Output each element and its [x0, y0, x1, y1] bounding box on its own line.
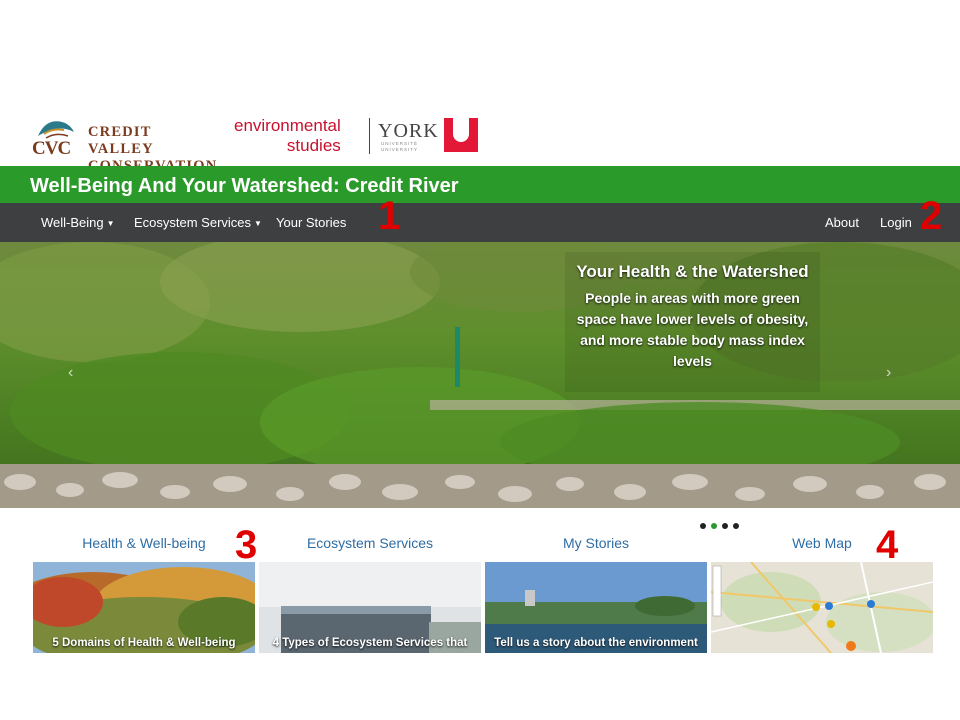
- map-image: [711, 562, 933, 653]
- marker-2: 2: [920, 194, 943, 238]
- section-webmap-thumb[interactable]: [711, 562, 933, 653]
- nav-login[interactable]: Login: [880, 215, 912, 230]
- title-bar: Well-Being And Your Watershed: Credit Ri…: [0, 166, 960, 203]
- nav-your-stories[interactable]: Your Stories: [276, 215, 346, 230]
- section-ecosystem: Ecosystem Services 4 Types of Ecosystem …: [259, 535, 481, 653]
- section-stories-caption: Tell us a story about the environment: [494, 637, 698, 649]
- carousel-indicators: [700, 516, 744, 534]
- section-ecosystem-caption: 4 Types of Ecosystem Services that: [272, 637, 468, 649]
- section-stories: My Stories Tell us a story about the env…: [485, 535, 707, 653]
- section-ecosystem-title[interactable]: Ecosystem Services: [259, 535, 481, 559]
- caret-down-icon: ▼: [254, 219, 262, 229]
- cvc-letters: CVC: [32, 138, 71, 159]
- section-stories-title[interactable]: My Stories: [485, 535, 707, 559]
- section-webmap-title[interactable]: Web Map: [711, 535, 933, 559]
- section-health-thumb[interactable]: 5 Domains of Health & Well-being: [33, 562, 255, 653]
- carousel-dot-3[interactable]: [722, 523, 728, 529]
- carousel-dot-4[interactable]: [733, 523, 739, 529]
- nav-well-being[interactable]: Well-Being ▼: [41, 215, 115, 230]
- hero-title: Your Health & the Watershed: [576, 262, 809, 281]
- logo-bar: CVC CREDIT VALLEY CONSERVATION environme…: [0, 108, 960, 174]
- marker-1: 1: [378, 194, 401, 238]
- section-stories-thumb[interactable]: Tell us a story about the environment: [485, 562, 707, 653]
- environmental-studies-logo[interactable]: environmental studies: [234, 116, 341, 156]
- york-logo-text[interactable]: YORK: [378, 120, 439, 143]
- section-health-caption: 5 Domains of Health & Well-being: [52, 637, 236, 649]
- york-logo-subtext: UNIVERSITÉ UNIVERSITY: [381, 141, 419, 152]
- nav-ecosystem-services[interactable]: Ecosystem Services ▼: [134, 215, 262, 230]
- env-line1: environmental: [234, 116, 341, 135]
- caret-down-icon: ▼: [106, 219, 115, 229]
- hero-caption: Your Health & the Watershed People in ar…: [565, 262, 820, 372]
- nav-about[interactable]: About: [825, 215, 859, 230]
- section-health: Health & Well-being 5 Domains of Health …: [33, 535, 255, 653]
- carousel-dot-2[interactable]: [711, 523, 717, 529]
- chevron-left-icon[interactable]: ‹: [68, 364, 73, 382]
- section-webmap: Web Map: [711, 535, 933, 653]
- york-u-icon: [444, 118, 478, 152]
- navbar: Well-Being ▼ Ecosystem Services ▼ Your Sto…: [0, 203, 960, 242]
- cvc-name-line1: CREDIT VALLEY: [88, 124, 154, 157]
- chevron-right-icon[interactable]: ›: [886, 364, 891, 382]
- carousel-dot-1[interactable]: [700, 523, 706, 529]
- cvc-logo[interactable]: CVC CREDIT VALLEY CONSERVATION: [32, 114, 217, 174]
- logo-divider: [369, 118, 370, 154]
- hero-carousel[interactable]: Your Health & the Watershed People in ar…: [0, 242, 960, 508]
- env-line2: studies: [286, 136, 341, 155]
- nav-well-being-label: Well-Being: [41, 215, 104, 230]
- section-health-title[interactable]: Health & Well-being: [33, 535, 255, 559]
- nav-ecosystem-services-label: Ecosystem Services: [134, 215, 252, 230]
- section-ecosystem-thumb[interactable]: 4 Types of Ecosystem Services that: [259, 562, 481, 653]
- hero-text: People in areas with more green space ha…: [576, 290, 809, 369]
